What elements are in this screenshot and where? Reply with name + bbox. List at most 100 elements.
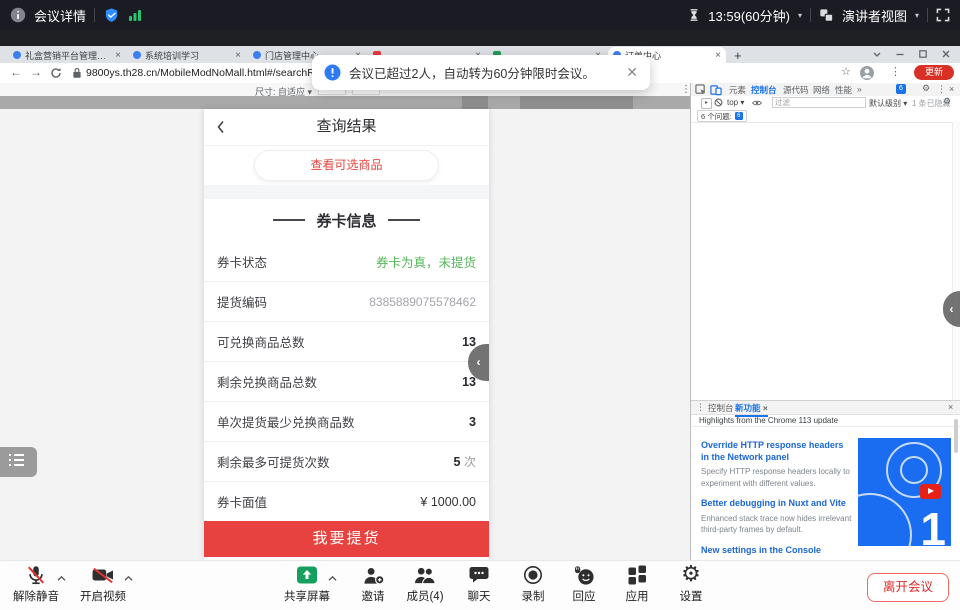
settings-button[interactable]: ⚙ 设置 [659, 563, 723, 604]
window-controls [872, 49, 951, 59]
issues-chip[interactable]: 6 个问题: 6 [697, 110, 747, 122]
share-options-caret[interactable] [327, 575, 338, 582]
tab-favicon [133, 51, 141, 59]
forward-icon[interactable]: → [30, 65, 42, 79]
mobile-page: 查询结果 查看可选商品 券卡信息 券卡状态 券卡为真，未提货 提货编码 8385… [204, 109, 489, 560]
fullscreen-icon[interactable] [936, 8, 950, 22]
meeting-details-label[interactable]: 会议详情 [34, 6, 86, 25]
console-toolbar: ▸ top ▾ 默认级别 ▾ 1 条已隐藏 ⚙ [691, 96, 960, 110]
new-tab-button[interactable]: + [734, 48, 742, 63]
pickup-submit-button[interactable]: 我要提货 [204, 521, 489, 557]
devtools-more-tabs-icon[interactable]: » [857, 84, 862, 94]
video-options-caret[interactable] [123, 575, 134, 582]
console-sidebar-icon[interactable]: ▸ [701, 98, 712, 109]
page-header: 查询结果 [204, 109, 489, 146]
camera-off-icon [91, 565, 115, 585]
drawer-tab-console[interactable]: 控制台 [708, 402, 734, 414]
timer-dropdown-icon[interactable]: ▾ [798, 11, 802, 20]
profile-avatar[interactable] [860, 66, 874, 80]
tab-title: 系统培训学习 [145, 49, 231, 62]
chrome-update-video-thumbnail[interactable]: 1 [858, 438, 951, 546]
divider [94, 8, 95, 22]
browser-menu-icon[interactable]: ⋮ [890, 65, 901, 78]
record-icon [522, 564, 544, 586]
maximize-icon[interactable] [918, 49, 928, 59]
restore-down-icon[interactable] [872, 49, 882, 59]
whats-new-link[interactable]: New settings in the Console [701, 544, 853, 556]
toast-info-icon [324, 64, 341, 81]
console-settings-icon[interactable]: ⚙ [943, 98, 951, 107]
toast-message: 会议已超过2人，自动转为60分钟限时会议。 [349, 63, 618, 82]
browser-tab[interactable]: 礼盒营销平台管理中心 × [8, 47, 126, 63]
view-products-button[interactable]: 查看可选商品 [254, 150, 439, 181]
devtools-menu-icon[interactable]: ⋮ [937, 84, 946, 95]
view-dropdown-icon[interactable]: ▾ [915, 11, 919, 20]
toast-close-icon[interactable]: ✕ [626, 64, 638, 81]
whats-new-list: Override HTTP response headers in the Ne… [701, 431, 853, 559]
share-screen-button[interactable]: 共享屏幕 [275, 563, 339, 604]
zoom-meeting-window: 会议详情 13:59(60分钟) ▾ 演讲者视图 ▾ 礼盒营销平台管理中心 × … [0, 0, 960, 610]
bookmark-star-icon[interactable]: ☆ [841, 65, 851, 78]
drawer-close-icon[interactable]: × [948, 402, 953, 412]
devtools-tab-elements[interactable]: 元素 [729, 84, 746, 96]
drawer-menu-icon[interactable]: ⋮ [696, 402, 705, 413]
devtools-tab-network[interactable]: 网络 [813, 84, 830, 96]
devtools-tab-performance[interactable]: 性能 [835, 84, 852, 96]
tab-close-icon[interactable]: × [235, 50, 241, 61]
meeting-toolbar: 解除静音 开启视频 共享屏幕 邀请 成员(4) 聊天 录制 [0, 560, 960, 610]
console-scrollbar[interactable] [952, 122, 960, 400]
issues-badge[interactable]: 6 [896, 84, 906, 94]
eye-icon[interactable] [751, 99, 763, 107]
tab-close-icon[interactable]: × [715, 50, 721, 61]
chat-icon [468, 565, 490, 585]
microphone-muted-icon [25, 564, 47, 586]
device-mode-icon[interactable] [710, 84, 722, 96]
whats-new-link[interactable]: Override HTTP response headers in the Ne… [701, 439, 853, 463]
tab-close-icon[interactable]: × [115, 50, 121, 61]
info-icon[interactable] [10, 7, 26, 23]
leave-meeting-button[interactable]: 离开会议 [867, 573, 949, 602]
inspect-element-icon[interactable] [695, 84, 706, 95]
tab-title: 礼盒营销平台管理中心 [25, 49, 111, 62]
security-shield-icon[interactable] [103, 7, 120, 24]
issues-count-icon: 6 [735, 112, 743, 120]
browser-tab[interactable]: 系统培训学习 × [128, 47, 246, 63]
tab-favicon [253, 51, 261, 59]
console-context-select[interactable]: top ▾ [727, 98, 744, 107]
youtube-play-icon[interactable] [920, 484, 941, 499]
clear-console-icon[interactable] [714, 98, 723, 107]
browser-update-button[interactable]: 更新 [914, 65, 954, 80]
close-window-icon[interactable] [941, 49, 951, 59]
mute-options-caret[interactable] [56, 575, 67, 582]
back-icon[interactable]: ← [10, 65, 22, 79]
devtools-tab-sources[interactable]: 源代码 [783, 84, 809, 96]
info-row-code: 提货编码 8385889075578462 [204, 281, 489, 321]
whats-new-link[interactable]: Better debugging in Nuxt and Vite [701, 497, 853, 509]
minimize-icon[interactable] [895, 49, 905, 59]
whats-new-header: Highlights from the Chrome 113 update [691, 414, 960, 427]
view-layout-icon [819, 8, 834, 23]
mute-button[interactable]: 解除静音 [4, 563, 68, 604]
reload-icon[interactable] [50, 67, 62, 79]
section-title: 券卡信息 [204, 199, 489, 241]
lock-icon[interactable] [72, 67, 82, 79]
info-row-remaining: 剩余兑换商品总数 13 [204, 361, 489, 401]
devtools-close-icon[interactable]: × [949, 84, 954, 94]
section-divider [204, 185, 489, 199]
drawer-tab-close-icon[interactable]: × [763, 403, 768, 413]
console-filter-input[interactable] [772, 97, 866, 108]
drawer-scrollbar[interactable] [954, 419, 958, 453]
devtools-settings-icon[interactable]: ⚙ [922, 85, 930, 94]
info-row-total: 可兑换商品总数 13 [204, 321, 489, 361]
view-mode-label[interactable]: 演讲者视图 [842, 6, 907, 25]
start-video-button[interactable]: 开启视频 [71, 563, 135, 604]
issues-bar: 6 个问题: 6 [691, 109, 960, 123]
side-panel-toggle[interactable] [0, 447, 37, 477]
meeting-timer: 13:59(60分钟) [708, 6, 790, 25]
log-level-select[interactable]: 默认级别 ▾ [869, 98, 907, 109]
share-screen-icon [296, 564, 318, 586]
tab-favicon [13, 51, 21, 59]
drawer-tabbar: ⋮ 控制台 新功能 × × [691, 401, 960, 415]
info-row-min-per-pickup: 单次提货最少兑换商品数 3 [204, 401, 489, 441]
meeting-topbar: 会议详情 13:59(60分钟) ▾ 演讲者视图 ▾ [0, 0, 960, 30]
